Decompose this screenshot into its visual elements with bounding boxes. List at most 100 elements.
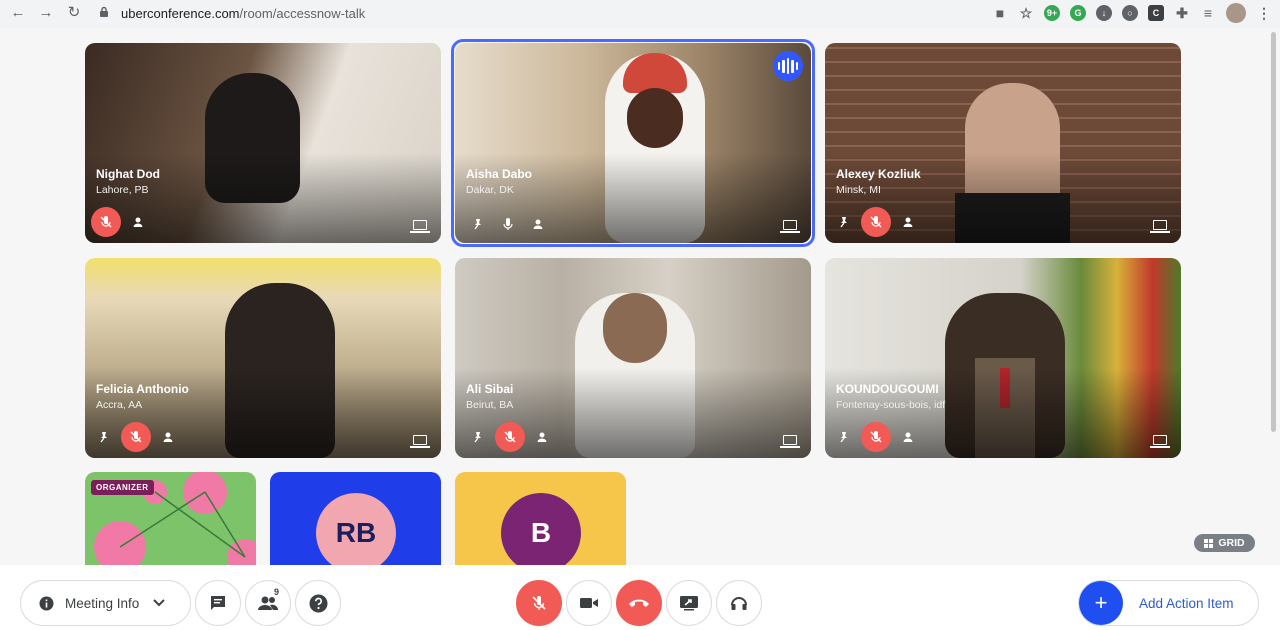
extension-badge-icon[interactable]: 9+ xyxy=(1044,5,1060,21)
people-icon xyxy=(258,596,279,610)
pin-icon[interactable] xyxy=(465,424,491,450)
chat-icon xyxy=(211,596,225,610)
meeting-toolbar: Meeting Info 9 + Add Action Item xyxy=(0,565,1280,630)
person-icon[interactable] xyxy=(155,424,181,450)
grid-icon xyxy=(1204,538,1214,548)
camera-permission-icon[interactable]: ■ xyxy=(992,5,1008,21)
pin-icon[interactable] xyxy=(465,211,491,237)
initials-avatar: B xyxy=(501,493,581,565)
extension-area: ■ ☆ 9+ G ↓ ○ C ✚ ≡ ⋮ xyxy=(992,3,1272,23)
add-action-item-label: Add Action Item xyxy=(1139,595,1234,611)
participant-tile[interactable]: Ali Sibai Beirut, BA xyxy=(455,258,811,458)
tile-controls xyxy=(465,211,551,237)
tile-controls xyxy=(91,422,181,452)
initials-avatar: RB xyxy=(316,493,396,565)
audio-participant-tile[interactable]: RB xyxy=(270,472,441,565)
participant-name: Aisha Dabo xyxy=(466,167,533,181)
reading-list-icon[interactable]: ≡ xyxy=(1200,5,1216,21)
screen-share-icon[interactable] xyxy=(780,435,800,448)
face xyxy=(627,88,683,148)
video-grid: Nighat Dod Lahore, PB Aisha Dabo Dakar, … xyxy=(0,28,1280,565)
participant-tile[interactable]: Nighat Dod Lahore, PB xyxy=(85,43,441,243)
muted-mic-icon[interactable] xyxy=(861,422,891,452)
puzzle-icon[interactable]: ✚ xyxy=(1174,5,1190,21)
participant-name: Ali Sibai xyxy=(466,382,514,396)
meeting-info-label: Meeting Info xyxy=(65,595,140,611)
grid-label: GRID xyxy=(1218,537,1245,549)
tile-controls xyxy=(91,207,151,237)
browser-toolbar: ← → ↻ uberconference.com/room/accessnow-… xyxy=(0,0,1280,26)
muted-mic-icon[interactable] xyxy=(91,207,121,237)
forward-icon[interactable]: → xyxy=(36,3,56,23)
add-action-item-button[interactable]: + Add Action Item xyxy=(1078,580,1259,626)
participant-tile[interactable]: Alexey Kozliuk Minsk, MI xyxy=(825,43,1181,243)
muted-mic-icon xyxy=(532,596,546,610)
chat-button[interactable] xyxy=(195,580,241,626)
person-icon[interactable] xyxy=(525,211,551,237)
person-icon[interactable] xyxy=(529,424,555,450)
plus-icon: + xyxy=(1079,581,1123,625)
share-screen-button[interactable] xyxy=(666,580,712,626)
participant-location: Beirut, BA xyxy=(466,399,514,411)
address-bar[interactable]: uberconference.com/room/accessnow-talk xyxy=(95,2,1015,24)
person-icon[interactable] xyxy=(895,209,921,235)
camera-button[interactable] xyxy=(566,580,612,626)
square-extension-icon[interactable]: C xyxy=(1148,5,1164,21)
scrollbar[interactable] xyxy=(1271,32,1276,432)
participant-tile[interactable]: Aisha Dabo Dakar, DK xyxy=(455,43,811,243)
participant-name: Felicia Anthonio xyxy=(96,382,189,396)
extension-badge-count: 9+ xyxy=(1046,8,1058,18)
circle-extension-icon[interactable]: ○ xyxy=(1122,5,1138,21)
audio-participant-tile[interactable]: B xyxy=(455,472,626,565)
screen-share-icon xyxy=(680,596,698,611)
participant-location: Accra, AA xyxy=(96,399,143,411)
download-extension-icon[interactable]: ↓ xyxy=(1096,5,1112,21)
help-icon xyxy=(309,594,327,612)
pin-icon[interactable] xyxy=(831,209,857,235)
audio-settings-button[interactable] xyxy=(716,580,762,626)
organizer-badge: ORGANIZER xyxy=(91,480,154,495)
participants-button[interactable]: 9 xyxy=(245,580,291,626)
muted-mic-icon[interactable] xyxy=(121,422,151,452)
screen-share-icon[interactable] xyxy=(1150,435,1170,448)
mic-icon[interactable] xyxy=(495,211,521,237)
mute-toggle-button[interactable] xyxy=(516,580,562,626)
meeting-info-button[interactable]: Meeting Info xyxy=(20,580,191,626)
participant-location: Minsk, MI xyxy=(836,184,881,196)
screen-share-icon[interactable] xyxy=(410,435,430,448)
muted-mic-icon[interactable] xyxy=(861,207,891,237)
tile-controls xyxy=(831,207,921,237)
chevron-down-icon xyxy=(153,599,166,607)
participant-name: Alexey Kozliuk xyxy=(836,167,921,181)
bookmark-star-icon[interactable]: ☆ xyxy=(1018,5,1034,21)
profile-avatar[interactable] xyxy=(1226,3,1246,23)
person-icon[interactable] xyxy=(895,424,921,450)
kebab-menu-icon[interactable]: ⋮ xyxy=(1256,5,1272,21)
grammarly-icon[interactable]: G xyxy=(1070,5,1086,21)
screen-share-icon[interactable] xyxy=(780,220,800,233)
lock-icon xyxy=(99,6,113,20)
participant-location: Fontenay-sous-bois, idf xyxy=(836,399,946,411)
grid-view-toggle[interactable]: GRID xyxy=(1194,534,1255,552)
end-call-button[interactable] xyxy=(616,580,662,626)
url-text: uberconference.com/room/accessnow-talk xyxy=(121,5,366,21)
screen-share-icon[interactable] xyxy=(1150,220,1170,233)
back-icon[interactable]: ← xyxy=(8,3,28,23)
tile-controls xyxy=(465,422,555,452)
participant-name: Nighat Dod xyxy=(96,167,160,181)
hang-up-icon xyxy=(629,599,649,607)
participant-location: Lahore, PB xyxy=(96,184,149,196)
participants-count: 9 xyxy=(274,587,280,597)
person-icon[interactable] xyxy=(125,209,151,235)
help-button[interactable] xyxy=(295,580,341,626)
participant-tile[interactable]: KOUNDOUGOUMI Fontenay-sous-bois, idf xyxy=(825,258,1181,458)
muted-mic-icon[interactable] xyxy=(495,422,525,452)
participant-tile[interactable]: Felicia Anthonio Accra, AA xyxy=(85,258,441,458)
pin-icon[interactable] xyxy=(831,424,857,450)
tile-controls xyxy=(831,422,921,452)
face xyxy=(603,293,667,363)
reload-icon[interactable]: ↻ xyxy=(64,3,84,23)
screen-share-icon[interactable] xyxy=(410,220,430,233)
audio-participant-tile[interactable]: ORGANIZER xyxy=(85,472,256,565)
pin-icon[interactable] xyxy=(91,424,117,450)
